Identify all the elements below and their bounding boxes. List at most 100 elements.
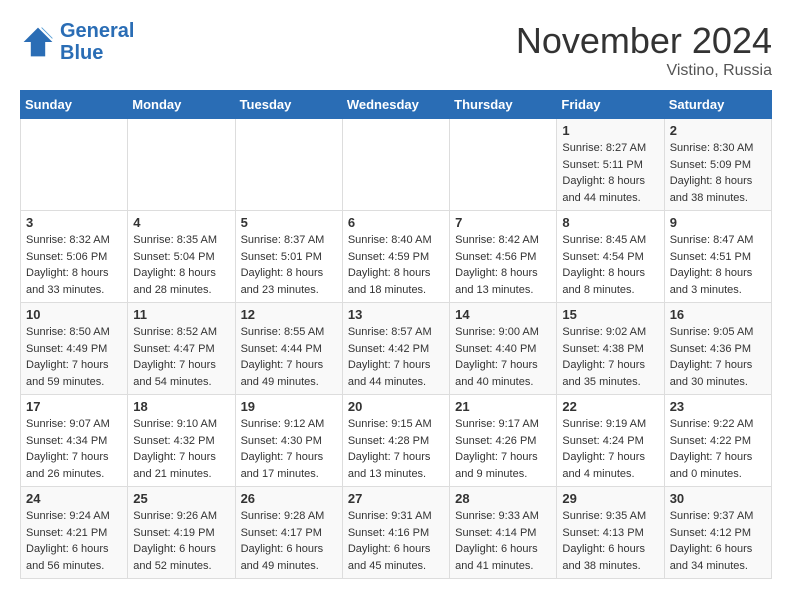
day-info: Sunrise: 9:07 AMSunset: 4:34 PMDaylight:… [26, 418, 110, 480]
day-number: 9 [670, 215, 766, 230]
day-info: Sunrise: 9:26 AMSunset: 4:19 PMDaylight:… [133, 510, 217, 572]
weekday-header-tuesday: Tuesday [235, 91, 342, 119]
day-number: 22 [562, 399, 658, 414]
day-number: 1 [562, 123, 658, 138]
day-info: Sunrise: 9:02 AMSunset: 4:38 PMDaylight:… [562, 326, 646, 388]
calendar-cell: 28 Sunrise: 9:33 AMSunset: 4:14 PMDaylig… [450, 487, 557, 579]
calendar-week-row: 10 Sunrise: 8:50 AMSunset: 4:49 PMDaylig… [21, 303, 772, 395]
day-info: Sunrise: 8:50 AMSunset: 4:49 PMDaylight:… [26, 326, 110, 388]
calendar-cell: 25 Sunrise: 9:26 AMSunset: 4:19 PMDaylig… [128, 487, 235, 579]
calendar-table: SundayMondayTuesdayWednesdayThursdayFrid… [20, 90, 772, 579]
calendar-cell: 3 Sunrise: 8:32 AMSunset: 5:06 PMDayligh… [21, 211, 128, 303]
day-info: Sunrise: 8:37 AMSunset: 5:01 PMDaylight:… [241, 234, 325, 296]
day-info: Sunrise: 8:52 AMSunset: 4:47 PMDaylight:… [133, 326, 217, 388]
calendar-cell: 10 Sunrise: 8:50 AMSunset: 4:49 PMDaylig… [21, 303, 128, 395]
day-info: Sunrise: 9:15 AMSunset: 4:28 PMDaylight:… [348, 418, 432, 480]
calendar-cell: 8 Sunrise: 8:45 AMSunset: 4:54 PMDayligh… [557, 211, 664, 303]
day-info: Sunrise: 8:35 AMSunset: 5:04 PMDaylight:… [133, 234, 217, 296]
day-number: 5 [241, 215, 337, 230]
calendar-cell: 24 Sunrise: 9:24 AMSunset: 4:21 PMDaylig… [21, 487, 128, 579]
calendar-cell [128, 119, 235, 211]
day-info: Sunrise: 9:37 AMSunset: 4:12 PMDaylight:… [670, 510, 754, 572]
day-number: 29 [562, 491, 658, 506]
day-info: Sunrise: 8:55 AMSunset: 4:44 PMDaylight:… [241, 326, 325, 388]
calendar-cell [450, 119, 557, 211]
day-number: 18 [133, 399, 229, 414]
day-number: 12 [241, 307, 337, 322]
day-info: Sunrise: 9:33 AMSunset: 4:14 PMDaylight:… [455, 510, 539, 572]
month-title: November 2024 [516, 20, 772, 62]
calendar-cell: 16 Sunrise: 9:05 AMSunset: 4:36 PMDaylig… [664, 303, 771, 395]
calendar-cell: 11 Sunrise: 8:52 AMSunset: 4:47 PMDaylig… [128, 303, 235, 395]
day-number: 3 [26, 215, 122, 230]
logo-icon [20, 24, 56, 60]
day-number: 11 [133, 307, 229, 322]
day-info: Sunrise: 9:17 AMSunset: 4:26 PMDaylight:… [455, 418, 539, 480]
calendar-cell: 23 Sunrise: 9:22 AMSunset: 4:22 PMDaylig… [664, 395, 771, 487]
weekday-header-thursday: Thursday [450, 91, 557, 119]
title-area: November 2024 Vistino, Russia [516, 20, 772, 80]
calendar-cell: 2 Sunrise: 8:30 AMSunset: 5:09 PMDayligh… [664, 119, 771, 211]
day-info: Sunrise: 9:28 AMSunset: 4:17 PMDaylight:… [241, 510, 325, 572]
calendar-week-row: 1 Sunrise: 8:27 AMSunset: 5:11 PMDayligh… [21, 119, 772, 211]
location: Vistino, Russia [516, 62, 772, 80]
day-number: 8 [562, 215, 658, 230]
day-number: 28 [455, 491, 551, 506]
day-info: Sunrise: 9:12 AMSunset: 4:30 PMDaylight:… [241, 418, 325, 480]
calendar-cell: 7 Sunrise: 8:42 AMSunset: 4:56 PMDayligh… [450, 211, 557, 303]
day-number: 14 [455, 307, 551, 322]
day-info: Sunrise: 8:32 AMSunset: 5:06 PMDaylight:… [26, 234, 110, 296]
calendar-cell: 15 Sunrise: 9:02 AMSunset: 4:38 PMDaylig… [557, 303, 664, 395]
calendar-cell: 22 Sunrise: 9:19 AMSunset: 4:24 PMDaylig… [557, 395, 664, 487]
calendar-cell: 30 Sunrise: 9:37 AMSunset: 4:12 PMDaylig… [664, 487, 771, 579]
day-info: Sunrise: 8:27 AMSunset: 5:11 PMDaylight:… [562, 142, 646, 204]
page-header: General Blue November 2024 Vistino, Russ… [20, 20, 772, 80]
calendar-cell: 18 Sunrise: 9:10 AMSunset: 4:32 PMDaylig… [128, 395, 235, 487]
calendar-cell: 19 Sunrise: 9:12 AMSunset: 4:30 PMDaylig… [235, 395, 342, 487]
day-number: 30 [670, 491, 766, 506]
calendar-cell: 12 Sunrise: 8:55 AMSunset: 4:44 PMDaylig… [235, 303, 342, 395]
logo-text: General Blue [60, 20, 134, 64]
calendar-week-row: 17 Sunrise: 9:07 AMSunset: 4:34 PMDaylig… [21, 395, 772, 487]
day-info: Sunrise: 8:40 AMSunset: 4:59 PMDaylight:… [348, 234, 432, 296]
calendar-cell: 4 Sunrise: 8:35 AMSunset: 5:04 PMDayligh… [128, 211, 235, 303]
calendar-cell: 1 Sunrise: 8:27 AMSunset: 5:11 PMDayligh… [557, 119, 664, 211]
day-number: 16 [670, 307, 766, 322]
calendar-cell: 21 Sunrise: 9:17 AMSunset: 4:26 PMDaylig… [450, 395, 557, 487]
day-number: 24 [26, 491, 122, 506]
day-info: Sunrise: 8:47 AMSunset: 4:51 PMDaylight:… [670, 234, 754, 296]
day-number: 13 [348, 307, 444, 322]
calendar-cell: 5 Sunrise: 8:37 AMSunset: 5:01 PMDayligh… [235, 211, 342, 303]
day-number: 20 [348, 399, 444, 414]
day-info: Sunrise: 8:45 AMSunset: 4:54 PMDaylight:… [562, 234, 646, 296]
weekday-header-saturday: Saturday [664, 91, 771, 119]
calendar-cell: 27 Sunrise: 9:31 AMSunset: 4:16 PMDaylig… [342, 487, 449, 579]
day-info: Sunrise: 8:42 AMSunset: 4:56 PMDaylight:… [455, 234, 539, 296]
weekday-header-monday: Monday [128, 91, 235, 119]
day-number: 23 [670, 399, 766, 414]
calendar-cell: 14 Sunrise: 9:00 AMSunset: 4:40 PMDaylig… [450, 303, 557, 395]
calendar-week-row: 3 Sunrise: 8:32 AMSunset: 5:06 PMDayligh… [21, 211, 772, 303]
day-number: 6 [348, 215, 444, 230]
weekday-header-sunday: Sunday [21, 91, 128, 119]
day-number: 10 [26, 307, 122, 322]
calendar-cell: 20 Sunrise: 9:15 AMSunset: 4:28 PMDaylig… [342, 395, 449, 487]
calendar-cell [21, 119, 128, 211]
calendar-cell: 26 Sunrise: 9:28 AMSunset: 4:17 PMDaylig… [235, 487, 342, 579]
day-info: Sunrise: 9:19 AMSunset: 4:24 PMDaylight:… [562, 418, 646, 480]
day-info: Sunrise: 9:35 AMSunset: 4:13 PMDaylight:… [562, 510, 646, 572]
day-info: Sunrise: 8:57 AMSunset: 4:42 PMDaylight:… [348, 326, 432, 388]
day-number: 26 [241, 491, 337, 506]
day-info: Sunrise: 9:22 AMSunset: 4:22 PMDaylight:… [670, 418, 754, 480]
day-info: Sunrise: 8:30 AMSunset: 5:09 PMDaylight:… [670, 142, 754, 204]
day-number: 15 [562, 307, 658, 322]
day-info: Sunrise: 9:05 AMSunset: 4:36 PMDaylight:… [670, 326, 754, 388]
calendar-cell: 29 Sunrise: 9:35 AMSunset: 4:13 PMDaylig… [557, 487, 664, 579]
day-info: Sunrise: 9:24 AMSunset: 4:21 PMDaylight:… [26, 510, 110, 572]
calendar-cell: 6 Sunrise: 8:40 AMSunset: 4:59 PMDayligh… [342, 211, 449, 303]
weekday-header-friday: Friday [557, 91, 664, 119]
calendar-cell: 13 Sunrise: 8:57 AMSunset: 4:42 PMDaylig… [342, 303, 449, 395]
calendar-cell: 9 Sunrise: 8:47 AMSunset: 4:51 PMDayligh… [664, 211, 771, 303]
calendar-cell [342, 119, 449, 211]
logo: General Blue [20, 20, 134, 64]
